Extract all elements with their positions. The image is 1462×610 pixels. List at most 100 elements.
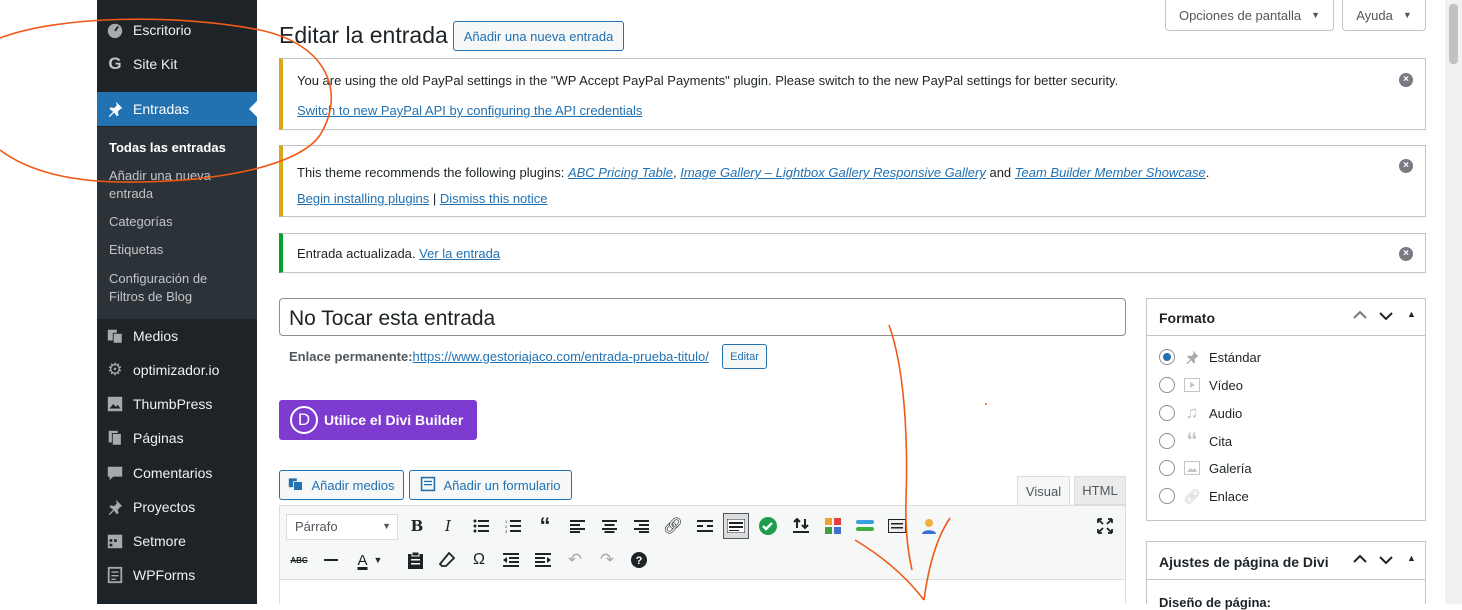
view-post-link[interactable]: Ver la entrada <box>419 246 500 261</box>
screen-options-button[interactable]: Opciones de pantalla ▼ <box>1165 0 1334 31</box>
redo-icon[interactable]: ↷ <box>594 547 620 573</box>
format-option-video[interactable]: Vídeo <box>1159 377 1243 393</box>
editor-content-area[interactable] <box>280 579 1125 604</box>
user-shortcode-icon[interactable] <box>916 513 942 539</box>
strikethrough-icon[interactable]: ABC <box>286 547 312 573</box>
italic-button[interactable]: I <box>435 513 461 539</box>
text-color-button[interactable]: A ▼ <box>350 547 390 573</box>
read-more-icon[interactable] <box>692 513 718 539</box>
dismiss-icon[interactable]: × <box>1399 73 1413 87</box>
paypal-api-link[interactable]: Switch to new PayPal API by configuring … <box>297 103 642 118</box>
submenu-anadir-nueva[interactable]: Añadir una nueva entrada <box>109 167 229 203</box>
calendar-icon <box>97 532 133 550</box>
sidebar-item-label: Site Kit <box>133 56 178 72</box>
outdent-icon[interactable] <box>498 547 524 573</box>
sidebar-item-label: Escritorio <box>133 22 192 38</box>
dismiss-icon[interactable]: × <box>1399 247 1413 261</box>
format-select[interactable]: Párrafo ▼ <box>286 514 398 540</box>
chevron-up-icon[interactable] <box>1353 308 1367 323</box>
permalink-row: Enlace permanente: https://www.gestoriaj… <box>289 349 709 364</box>
divi-builder-button[interactable]: D Utilice el Divi Builder <box>279 400 477 440</box>
shortcodes-grid-icon[interactable] <box>820 513 846 539</box>
upload-download-icon[interactable] <box>788 513 814 539</box>
plugin-link-abc[interactable]: ABC Pricing Table <box>568 165 673 180</box>
submenu-etiquetas[interactable]: Etiquetas <box>109 241 163 259</box>
quote-icon[interactable]: “ <box>532 513 558 539</box>
bullet-list-icon[interactable] <box>468 513 494 539</box>
toggle-panel-icon[interactable]: ▲ <box>1407 553 1416 563</box>
add-media-button[interactable]: Añadir medios <box>279 470 404 500</box>
help-icon[interactable]: ? <box>626 547 652 573</box>
submenu-filtros-blog[interactable]: Configuración de Filtros de Blog <box>109 270 229 306</box>
bold-button[interactable]: B <box>404 513 430 539</box>
radio-gallery[interactable] <box>1159 460 1175 476</box>
help-button[interactable]: Ayuda ▼ <box>1342 0 1426 31</box>
begin-installing-link[interactable]: Begin installing plugins <box>297 191 429 206</box>
scrollbar-thumb[interactable] <box>1449 4 1458 64</box>
special-character-icon[interactable]: Ω <box>466 547 492 573</box>
toggle-panel-icon[interactable]: ▲ <box>1407 309 1416 319</box>
theme-plugins-notice: This theme recommends the following plug… <box>279 145 1426 217</box>
radio-link[interactable] <box>1159 488 1175 504</box>
radio-standard[interactable] <box>1159 349 1175 365</box>
divi-panel-header[interactable]: Ajustes de página de Divi ▲ <box>1147 542 1425 580</box>
help-label: Ayuda <box>1356 7 1393 23</box>
sidebar-item-optimizador[interactable]: ⚙ optimizador.io <box>97 353 257 387</box>
undo-icon[interactable]: ↶ <box>562 547 588 573</box>
plugin-link-team[interactable]: Team Builder Member Showcase <box>1015 165 1206 180</box>
radio-audio[interactable] <box>1159 405 1175 421</box>
format-panel-header[interactable]: Formato ▲ <box>1147 299 1425 336</box>
sidebar-item-thumbpress[interactable]: ThumbPress <box>97 387 257 421</box>
sidebar-item-escritorio[interactable]: Escritorio <box>97 13 257 47</box>
format-option-link[interactable]: 🔗︎ Enlace <box>1159 488 1249 504</box>
sidebar-item-wpforms[interactable]: WPForms <box>97 558 257 592</box>
toolbar-toggle-icon[interactable] <box>723 513 749 539</box>
permalink-url[interactable]: https://www.gestoriajaco.com/entrada-pru… <box>413 349 709 364</box>
sidebar-item-comentarios[interactable]: Comentarios <box>97 456 257 490</box>
chevron-down-icon[interactable] <box>1379 553 1393 568</box>
format-option-gallery[interactable]: Galería <box>1159 460 1252 476</box>
post-title-input[interactable]: No Tocar esta entrada <box>279 298 1126 336</box>
submenu-categorias[interactable]: Categorías <box>109 213 173 231</box>
chevron-down-icon[interactable] <box>1379 309 1393 324</box>
scrollbar-track[interactable] <box>1445 0 1462 604</box>
fullscreen-icon[interactable] <box>1092 513 1118 539</box>
sidebar-item-entradas[interactable]: Entradas <box>97 92 257 126</box>
divider-shortcode-icon[interactable] <box>852 513 878 539</box>
tab-visual[interactable]: Visual <box>1017 476 1070 506</box>
sidebar-item-medios[interactable]: Medios <box>97 319 257 353</box>
add-form-button[interactable]: Añadir un formulario <box>409 470 572 500</box>
sidebar-item-site-kit[interactable]: G Site Kit <box>97 47 257 81</box>
add-new-post-button[interactable]: Añadir una nueva entrada <box>453 21 624 51</box>
format-option-quote[interactable]: “ Cita <box>1159 428 1232 453</box>
link-icon[interactable]: 🔗︎ <box>660 513 686 539</box>
edit-permalink-button[interactable]: Editar <box>722 344 767 369</box>
divi-builder-label: Utilice el Divi Builder <box>324 412 464 428</box>
align-left-icon[interactable] <box>564 513 590 539</box>
format-option-standard[interactable]: Estándar <box>1159 349 1261 365</box>
dismiss-icon[interactable]: × <box>1399 159 1413 173</box>
clear-formatting-icon[interactable] <box>434 547 460 573</box>
entradas-submenu: Todas las entradas Añadir una nueva entr… <box>97 127 257 319</box>
align-center-icon[interactable] <box>596 513 622 539</box>
format-option-label: Vídeo <box>1209 377 1243 393</box>
horizontal-line-icon[interactable] <box>318 547 344 573</box>
plugin-link-gallery[interactable]: Image Gallery – Lightbox Gallery Respons… <box>680 165 986 180</box>
radio-video[interactable] <box>1159 377 1175 393</box>
paste-text-icon[interactable] <box>402 547 428 573</box>
indent-icon[interactable] <box>530 547 556 573</box>
box-shortcode-icon[interactable] <box>884 513 910 539</box>
sidebar-item-proyectos[interactable]: Proyectos <box>97 490 257 524</box>
chevron-up-icon[interactable] <box>1353 552 1367 567</box>
align-right-icon[interactable] <box>628 513 654 539</box>
submenu-todas-las-entradas[interactable]: Todas las entradas <box>109 139 226 157</box>
check-circle-icon[interactable] <box>755 513 781 539</box>
format-option-audio[interactable]: ♫ Audio <box>1159 403 1242 422</box>
radio-quote[interactable] <box>1159 433 1175 449</box>
permalink-label: Enlace permanente: <box>289 349 413 364</box>
sidebar-item-paginas[interactable]: Páginas <box>97 421 257 455</box>
numbered-list-icon[interactable]: 123 <box>500 513 526 539</box>
dismiss-notice-link[interactable]: Dismiss this notice <box>440 191 548 206</box>
tab-html[interactable]: HTML <box>1074 476 1126 505</box>
sidebar-item-setmore[interactable]: Setmore <box>97 524 257 558</box>
